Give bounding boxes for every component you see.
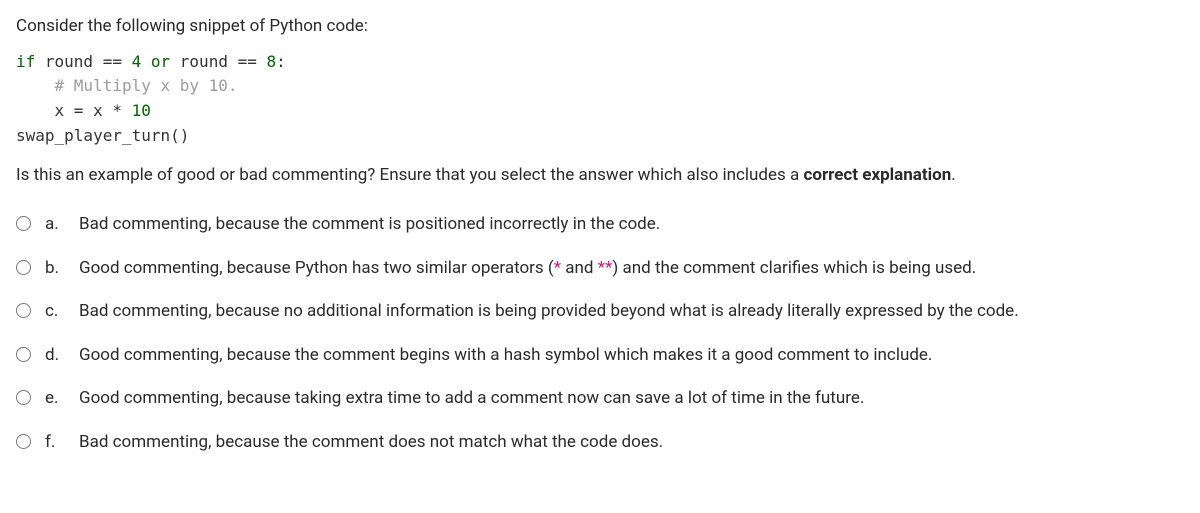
code-text: x = x * — [16, 101, 132, 120]
code-text: : — [276, 52, 286, 71]
number-literal: 4 — [132, 52, 142, 71]
radio-wrap — [16, 260, 31, 275]
option-text-part: and — [561, 258, 598, 278]
option-text: Bad commenting, because no additional in… — [79, 299, 1184, 325]
code-text: == — [238, 52, 267, 71]
keyword-if: if — [16, 52, 35, 71]
option-letter: b. — [45, 256, 65, 282]
radio-a[interactable] — [16, 216, 31, 231]
radio-wrap — [16, 347, 31, 362]
option-text: Good commenting, because taking extra ti… — [79, 386, 1184, 412]
radio-wrap — [16, 434, 31, 449]
option-a[interactable]: a. Bad commenting, because the comment i… — [16, 212, 1184, 238]
code-block: if round == 4 or round == 8: # Multiply … — [16, 50, 1184, 149]
option-b[interactable]: b. Good commenting, because Python has t… — [16, 256, 1184, 282]
question-body: Is this an example of good or bad commen… — [16, 163, 1184, 189]
code-text: == — [103, 52, 132, 71]
option-text: Good commenting, because Python has two … — [79, 256, 1184, 282]
option-text: Bad commenting, because the comment does… — [79, 430, 1184, 456]
question-body-text: . — [951, 165, 955, 185]
option-letter: f. — [45, 430, 65, 456]
radio-wrap — [16, 303, 31, 318]
option-letter: c. — [45, 299, 65, 325]
question-body-text: Is this an example of good or bad commen… — [16, 165, 804, 185]
code-comment: # Multiply x by 10. — [16, 76, 238, 95]
keyword-or: or — [141, 52, 170, 71]
number-literal: 10 — [132, 101, 151, 120]
option-letter: e. — [45, 386, 65, 412]
code-text: round — [35, 52, 102, 71]
radio-c[interactable] — [16, 303, 31, 318]
option-text: Good commenting, because the comment beg… — [79, 343, 1184, 369]
question-body-bold: correct explanation — [804, 165, 952, 185]
option-text-part: ) and the comment clarifies which is bei… — [612, 258, 976, 278]
option-text-part: Good commenting, because Python has two … — [79, 258, 554, 278]
option-letter: a. — [45, 212, 65, 238]
radio-e[interactable] — [16, 390, 31, 405]
operator-star: * — [554, 258, 561, 278]
options-list: a. Bad commenting, because the comment i… — [16, 212, 1184, 455]
operator-doublestar: ** — [598, 258, 613, 278]
radio-f[interactable] — [16, 434, 31, 449]
radio-d[interactable] — [16, 347, 31, 362]
option-c[interactable]: c. Bad commenting, because no additional… — [16, 299, 1184, 325]
question-intro: Consider the following snippet of Python… — [16, 14, 1184, 40]
option-e[interactable]: e. Good commenting, because taking extra… — [16, 386, 1184, 412]
radio-b[interactable] — [16, 260, 31, 275]
code-text: swap_player_turn() — [16, 126, 189, 145]
option-letter: d. — [45, 343, 65, 369]
code-text: round — [170, 52, 237, 71]
option-f[interactable]: f. Bad commenting, because the comment d… — [16, 430, 1184, 456]
option-d[interactable]: d. Good commenting, because the comment … — [16, 343, 1184, 369]
radio-wrap — [16, 390, 31, 405]
radio-wrap — [16, 216, 31, 231]
option-text: Bad commenting, because the comment is p… — [79, 212, 1184, 238]
number-literal: 8 — [267, 52, 277, 71]
